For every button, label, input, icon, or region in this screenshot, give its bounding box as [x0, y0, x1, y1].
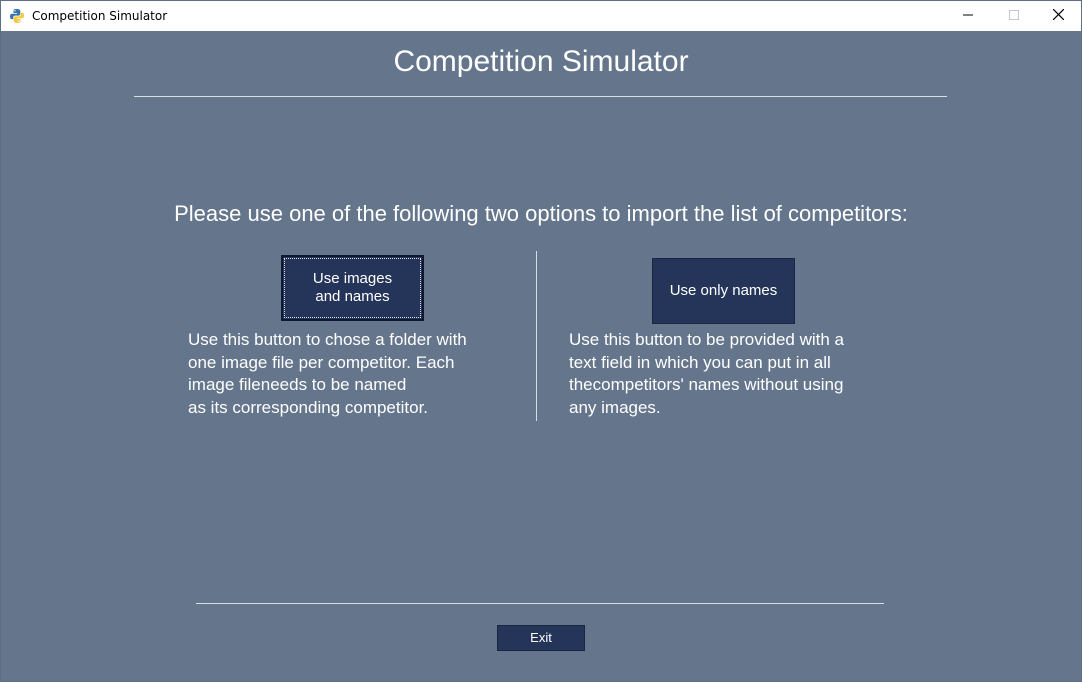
use-only-names-button[interactable]: Use only names: [652, 258, 795, 324]
images-option-description: Use this button to chose a folder with o…: [188, 330, 467, 417]
minimize-icon: [963, 7, 973, 25]
instruction-text: Please use one of the following two opti…: [174, 201, 908, 226]
top-divider: [134, 96, 947, 97]
close-button[interactable]: [1035, 1, 1081, 31]
title-bar[interactable]: Competition Simulator: [1, 1, 1081, 31]
python-icon: [9, 8, 25, 24]
maximize-button[interactable]: [991, 1, 1037, 31]
minimize-button[interactable]: [945, 1, 991, 31]
main-panel: Competition Simulator Please use one of …: [1, 31, 1081, 681]
exit-button[interactable]: Exit: [497, 625, 585, 651]
vertical-divider: [536, 251, 537, 421]
app-window: Competition Simulator Competition Simula…: [0, 0, 1082, 682]
close-icon: [1052, 7, 1064, 25]
maximize-icon: [1009, 7, 1019, 25]
window-title: Competition Simulator: [32, 9, 168, 23]
names-option-description: Use this button to be provided with a te…: [569, 330, 844, 417]
page-title: Competition Simulator: [393, 45, 689, 78]
use-images-and-names-button[interactable]: Use images and names: [281, 255, 424, 321]
bottom-divider: [196, 603, 884, 604]
